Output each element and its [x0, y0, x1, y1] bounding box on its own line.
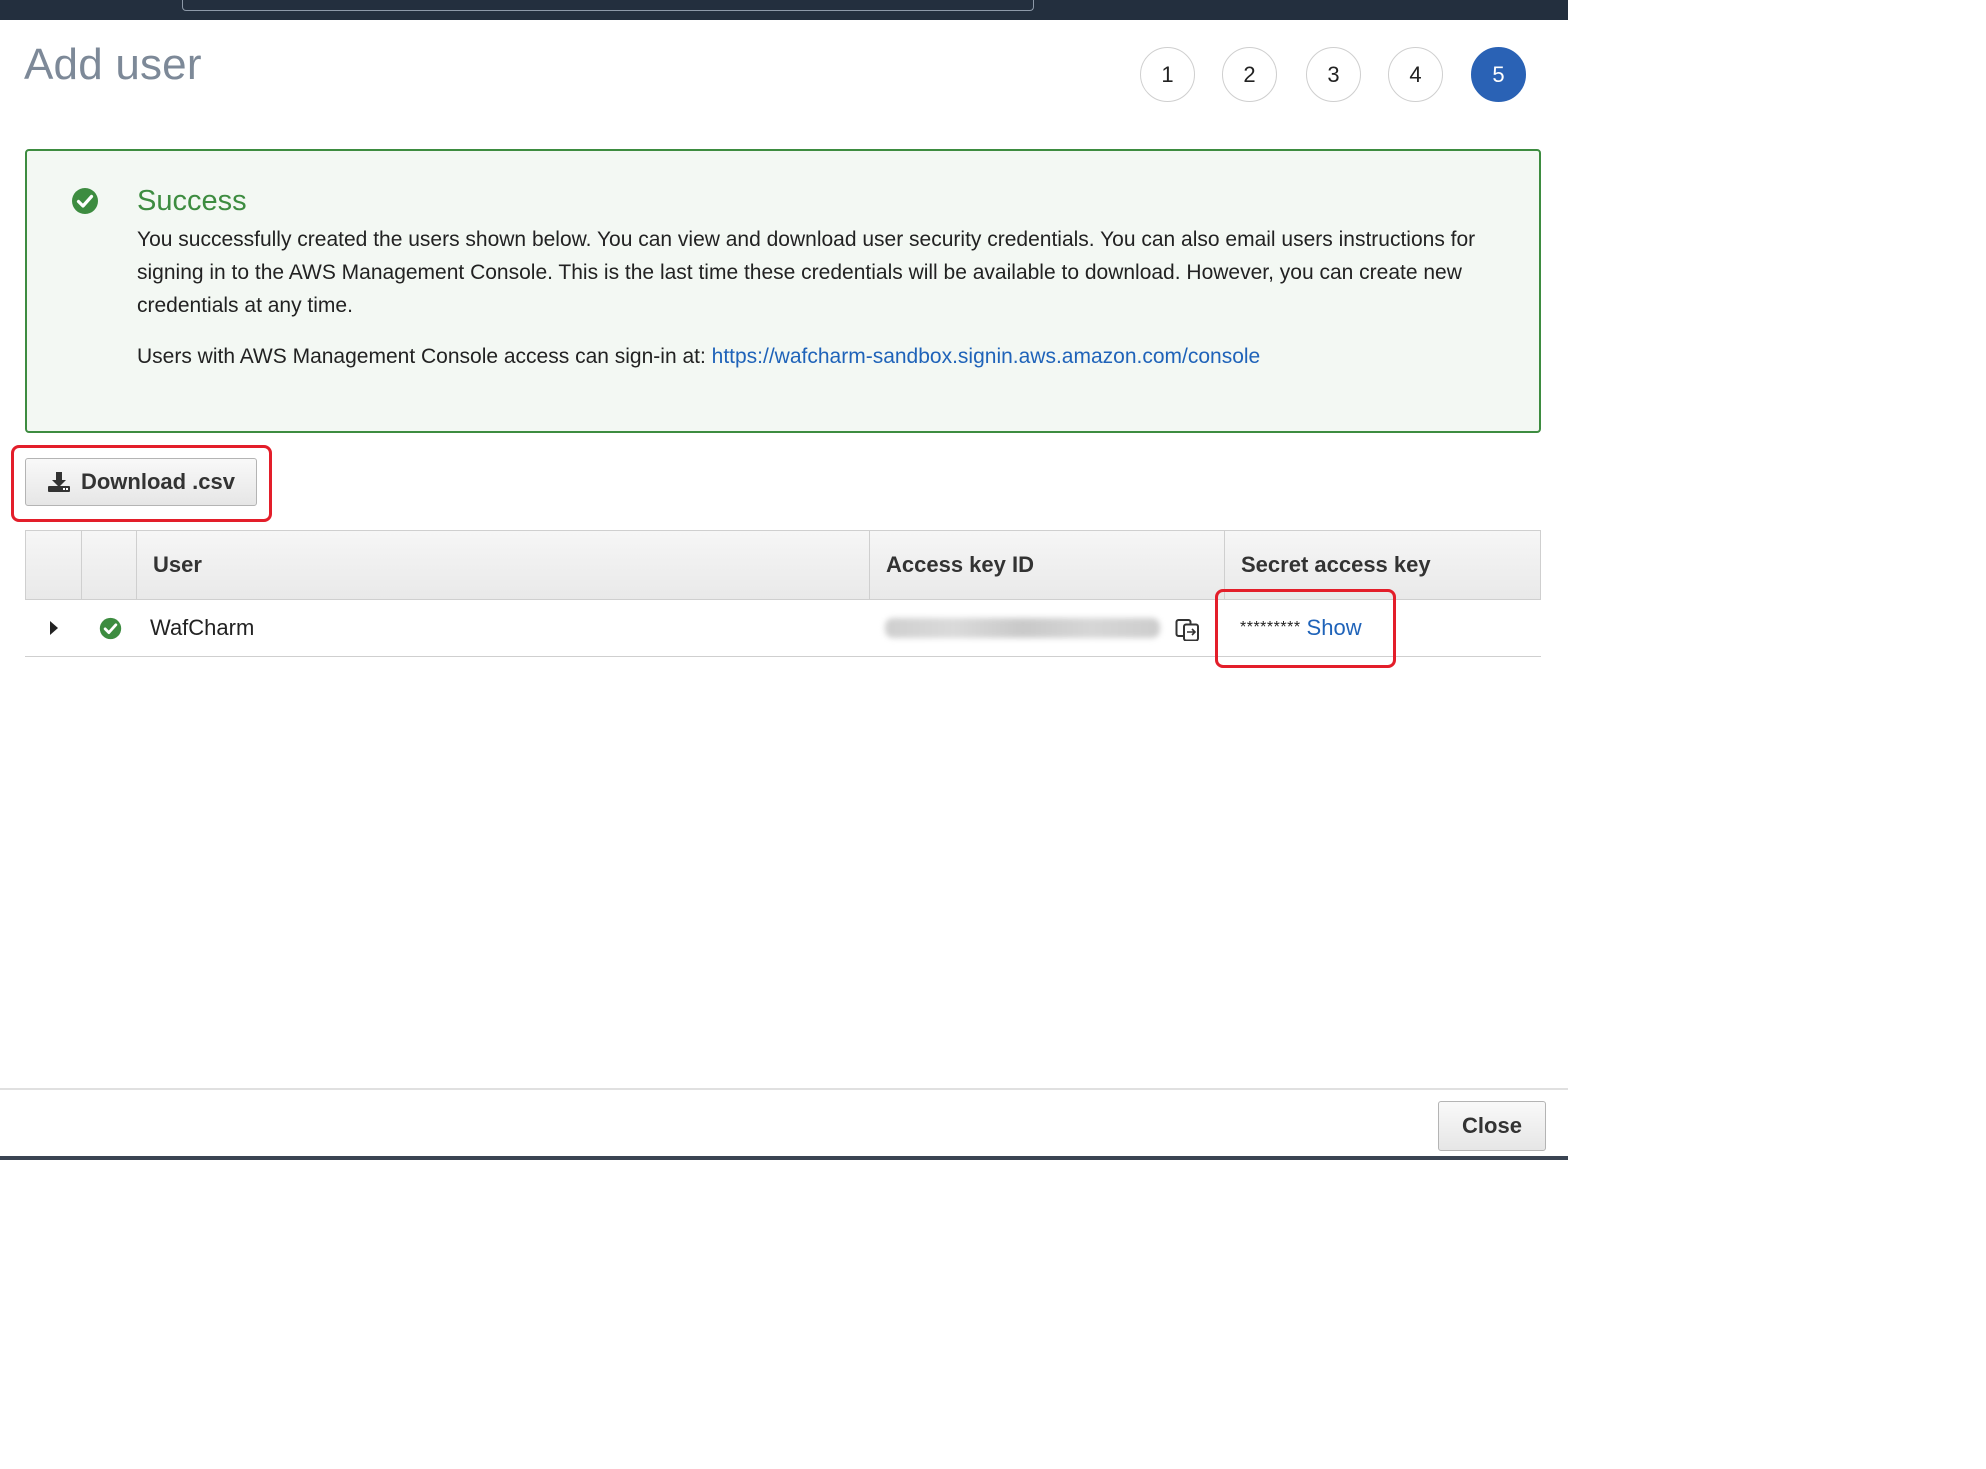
header-expand-column — [26, 531, 82, 599]
step-5-active: 5 — [1471, 47, 1526, 102]
search-box[interactable] — [182, 0, 1034, 11]
step-2[interactable]: 2 — [1222, 47, 1277, 102]
highlight-annotation-secret — [1215, 589, 1396, 668]
alert-heading: Success — [137, 185, 247, 217]
signin-link[interactable]: https://wafcharm-sandbox.signin.aws.amaz… — [712, 345, 1261, 368]
copy-icon[interactable] — [1175, 600, 1201, 656]
download-icon — [47, 472, 70, 492]
user-name: WafCharm — [150, 615, 255, 640]
alert-body: You successfully created the users shown… — [137, 228, 1476, 317]
download-csv-button[interactable]: Download .csv — [25, 458, 257, 506]
top-navigation-bar — [0, 0, 1568, 20]
footer-divider — [0, 1088, 1568, 1090]
success-alert: Success You successfully created the use… — [25, 149, 1541, 433]
page-title: Add user — [24, 40, 202, 89]
access-key-id-redacted — [885, 600, 1160, 656]
close-button[interactable]: Close — [1438, 1101, 1546, 1151]
step-3[interactable]: 3 — [1306, 47, 1361, 102]
header-user[interactable]: User — [137, 531, 870, 599]
step-4[interactable]: 4 — [1388, 47, 1443, 102]
download-csv-label: Download .csv — [80, 469, 236, 494]
header-status-column — [82, 531, 137, 599]
bottom-border — [0, 1156, 1568, 1160]
expand-caret-icon[interactable] — [49, 600, 59, 656]
success-check-icon — [72, 188, 98, 214]
signin-prefix: Users with AWS Management Console access… — [137, 345, 712, 368]
header-access-key-id[interactable]: Access key ID — [870, 531, 1225, 599]
step-1[interactable]: 1 — [1140, 47, 1195, 102]
signin-text: Users with AWS Management Console access… — [137, 345, 1260, 369]
wizard-steps: 1 2 3 4 5 — [1140, 47, 1540, 103]
row-success-icon — [99, 600, 122, 656]
